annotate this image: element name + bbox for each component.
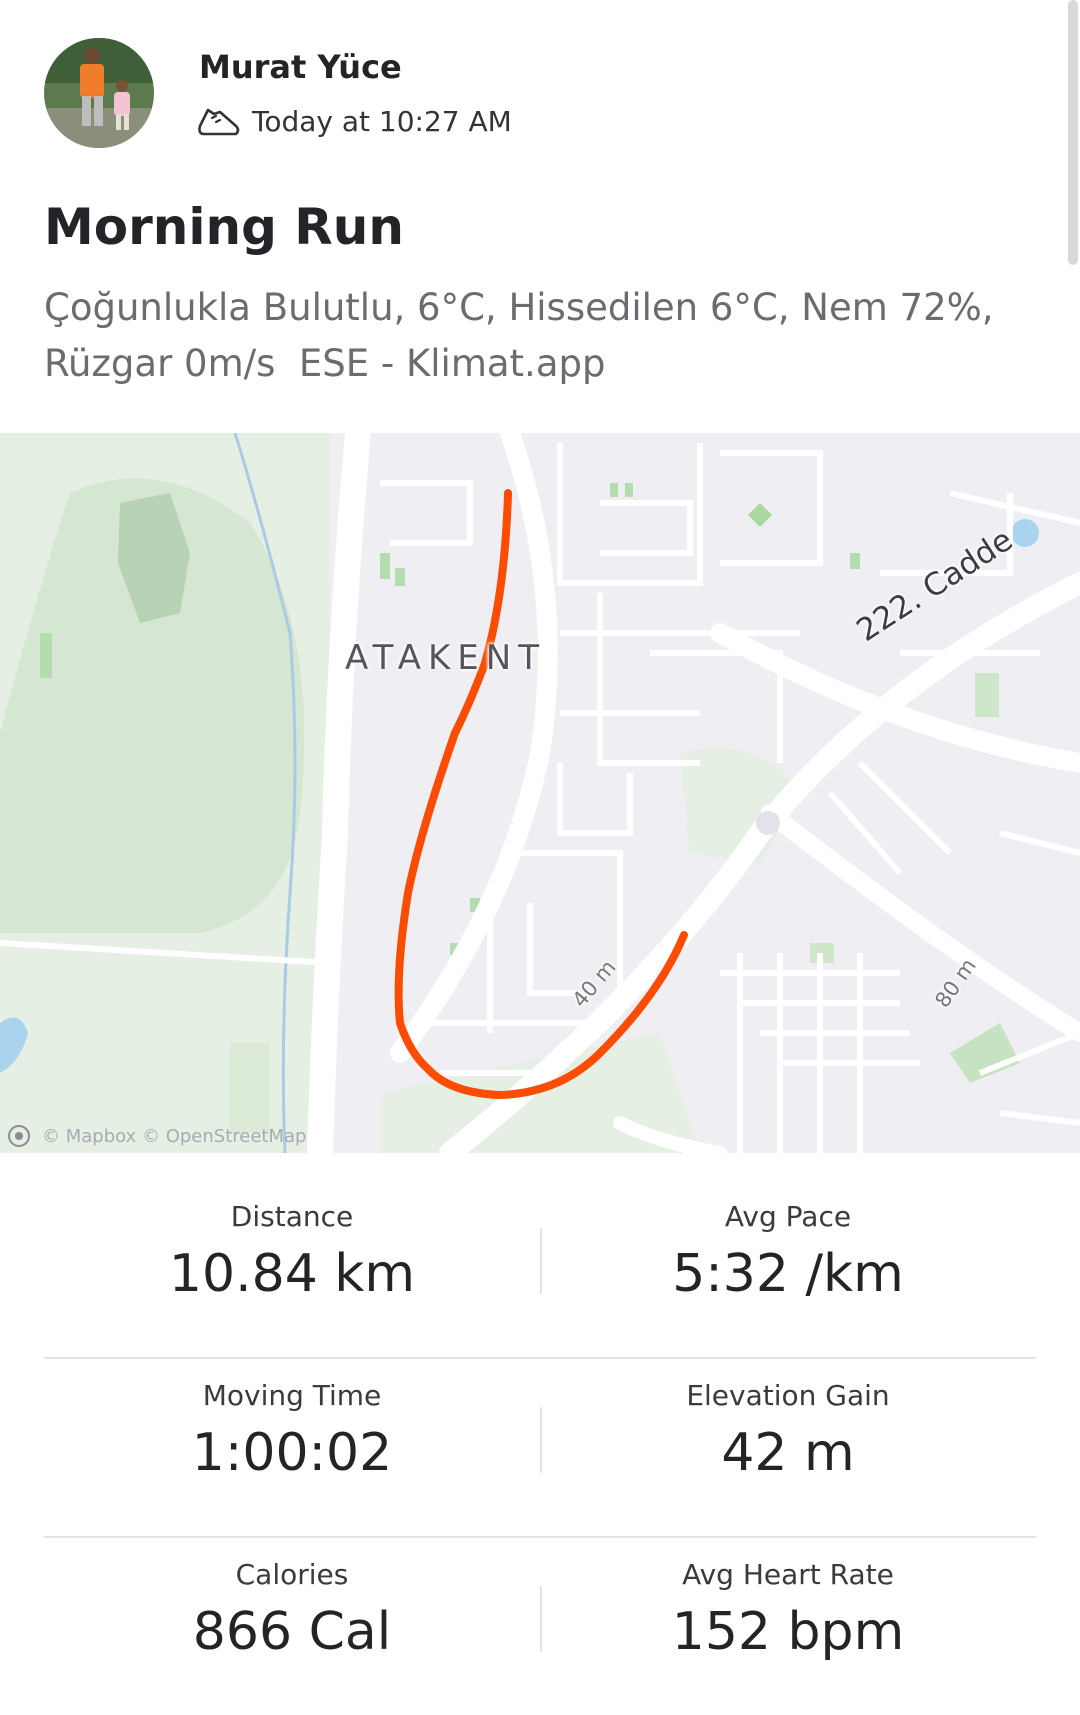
- info-icon[interactable]: [8, 1125, 30, 1147]
- map-area-label: ATAKENT: [345, 638, 546, 678]
- stat-value: 42 m: [721, 1423, 855, 1483]
- stats-row: Calories 866 Cal Avg Heart Rate 152 bpm: [44, 1538, 1036, 1715]
- stat-label: Moving Time: [202, 1379, 382, 1412]
- timestamp-row: Today at 10:27 AM: [196, 104, 512, 138]
- stat-value: 5:32 /km: [672, 1244, 904, 1304]
- stat-value: 152 bpm: [671, 1602, 905, 1662]
- stat-label: Avg Heart Rate: [682, 1558, 894, 1591]
- stat-moving-time: Moving Time 1:00:02: [44, 1359, 540, 1536]
- stat-calories: Calories 866 Cal: [44, 1538, 540, 1715]
- stat-value: 1:00:02: [191, 1423, 393, 1483]
- stat-avg-pace: Avg Pace 5:32 /km: [540, 1180, 1036, 1357]
- activity-description: Çoğunlukla Bulutlu, 6°C, Hissedilen 6°C,…: [44, 280, 1044, 392]
- stat-elevation-gain: Elevation Gain 42 m: [540, 1359, 1036, 1536]
- activity-stats: Distance 10.84 km Avg Pace 5:32 /km Movi…: [44, 1180, 1036, 1715]
- route-map[interactable]: ATAKENT 222. Cadde 40 m 80 m © Mapbox © …: [0, 433, 1080, 1153]
- stat-label: Calories: [235, 1558, 349, 1591]
- running-shoe-icon: [196, 104, 242, 138]
- stats-row: Moving Time 1:00:02 Elevation Gain 42 m: [44, 1359, 1036, 1538]
- stat-label: Avg Pace: [724, 1200, 852, 1233]
- map-canvas: [0, 433, 1080, 1153]
- activity-header: Murat Yüce Today at 10:27 AM: [44, 38, 1004, 148]
- stat-label: Elevation Gain: [686, 1379, 890, 1412]
- athlete-name[interactable]: Murat Yüce: [199, 48, 402, 86]
- activity-timestamp: Today at 10:27 AM: [252, 104, 512, 138]
- stat-avg-heart-rate: Avg Heart Rate 152 bpm: [540, 1538, 1036, 1715]
- scrollbar[interactable]: [1068, 0, 1078, 265]
- stat-value: 866 Cal: [192, 1602, 392, 1662]
- stat-label: Distance: [230, 1200, 354, 1233]
- attribution-text[interactable]: © Mapbox © OpenStreetMap: [42, 1126, 306, 1147]
- activity-title[interactable]: Morning Run: [44, 198, 404, 256]
- avatar[interactable]: [44, 38, 154, 148]
- description-line: Çoğunlukla Bulutlu, 6°C, Hissedilen 6°C,…: [44, 286, 994, 329]
- stats-row: Distance 10.84 km Avg Pace 5:32 /km: [44, 1180, 1036, 1359]
- stat-value: 10.84 km: [168, 1244, 416, 1304]
- description-line: Rüzgar 0m/s ESE - Klimat.app: [44, 342, 606, 385]
- map-attribution[interactable]: © Mapbox © OpenStreetMap: [8, 1125, 306, 1147]
- stat-distance: Distance 10.84 km: [44, 1180, 540, 1357]
